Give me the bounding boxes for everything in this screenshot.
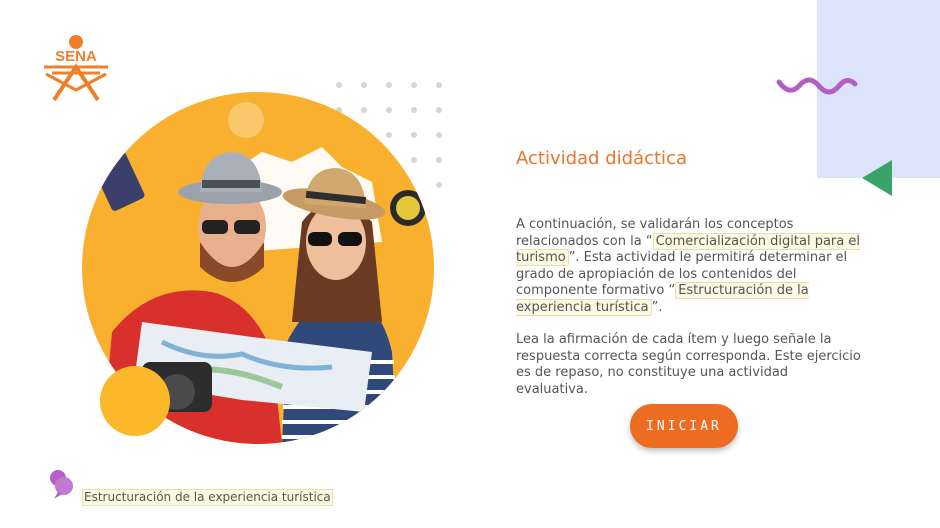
pin-icon	[48, 468, 76, 500]
sena-logo: SENA	[40, 34, 112, 104]
logo-text: SENA	[55, 48, 97, 65]
activity-title: Actividad didáctica	[516, 148, 687, 169]
start-button[interactable]: INICIAR	[630, 404, 738, 448]
triangle-decoration-icon	[860, 158, 896, 200]
decorative-circle	[228, 102, 264, 138]
intro-text-3: ”.	[651, 299, 663, 315]
wave-decoration-icon	[776, 72, 858, 100]
decorative-yellow-circle	[100, 366, 170, 436]
activity-intro: A continuación, se validarán los concept…	[516, 217, 861, 316]
activity-instructions: Lea la afirmación de cada ítem y luego s…	[516, 332, 861, 397]
course-label: Estructuración de la experiencia turísti…	[82, 489, 333, 506]
